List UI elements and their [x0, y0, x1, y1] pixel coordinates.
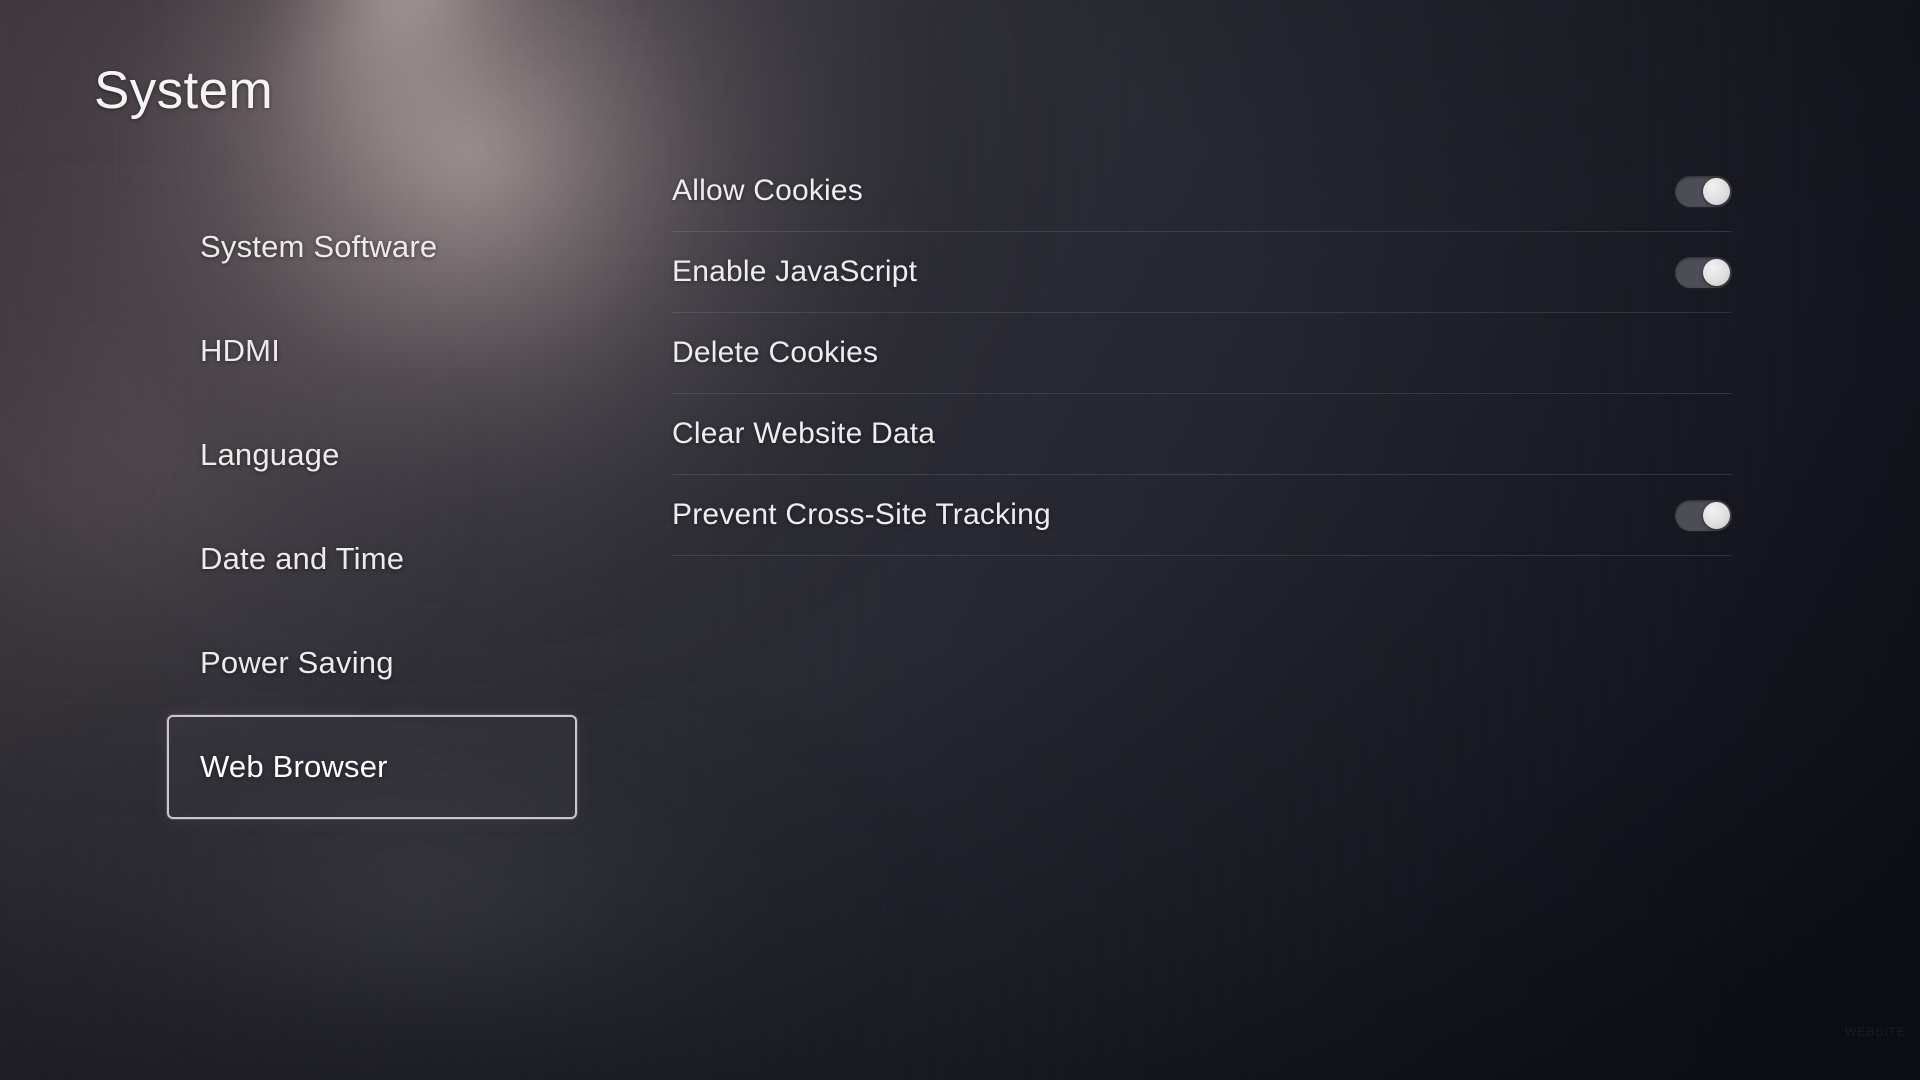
settings-row-label: Prevent Cross-Site Tracking [672, 498, 1051, 531]
settings-row-enable-javascript[interactable]: Enable JavaScript [672, 232, 1732, 313]
toggle-knob [1703, 258, 1730, 286]
toggle-knob [1703, 501, 1730, 529]
ps5-system-settings-screen: System System Software HDMI Language Date a… [0, 0, 1920, 1080]
toggle-prevent-cross-site-tracking[interactable] [1675, 499, 1732, 531]
control-placeholder [1675, 419, 1732, 450]
sidebar-item-label: HDMI [200, 333, 281, 368]
web-browser-settings-list: Allow Cookies Enable JavaScript Delete Coo… [672, 151, 1732, 556]
settings-row-label: Enable JavaScript [672, 255, 918, 288]
toggle-allow-cookies[interactable] [1675, 175, 1732, 207]
sidebar-item-hdmi[interactable]: HDMI [167, 299, 577, 403]
sidebar-item-label: System Software [200, 229, 438, 264]
settings-row-label: Allow Cookies [672, 174, 864, 207]
control-placeholder [1675, 338, 1732, 369]
settings-row-prevent-cross-site-tracking[interactable]: Prevent Cross-Site Tracking [672, 475, 1732, 556]
page-title: System [94, 61, 274, 120]
toggle-knob [1703, 177, 1730, 205]
watermark: WEBSITE [1844, 1025, 1906, 1039]
settings-category-sidebar: System Software HDMI Language Date and Time… [167, 195, 577, 819]
settings-row-clear-website-data[interactable]: Clear Website Data [672, 394, 1732, 475]
sidebar-item-web-browser[interactable]: Web Browser [167, 715, 577, 819]
toggle-enable-javascript[interactable] [1675, 256, 1732, 288]
sidebar-item-label: Power Saving [200, 645, 394, 680]
sidebar-item-label: Date and Time [200, 541, 405, 576]
settings-row-label: Delete Cookies [672, 336, 879, 369]
sidebar-item-label: Web Browser [200, 749, 388, 784]
sidebar-item-language[interactable]: Language [167, 403, 577, 507]
sidebar-item-power-saving[interactable]: Power Saving [167, 611, 577, 715]
settings-row-label: Clear Website Data [672, 417, 936, 450]
sidebar-item-system-software[interactable]: System Software [167, 195, 577, 299]
settings-row-delete-cookies[interactable]: Delete Cookies [672, 313, 1732, 394]
sidebar-item-label: Language [200, 437, 340, 472]
sidebar-item-date-and-time[interactable]: Date and Time [167, 507, 577, 611]
settings-row-allow-cookies[interactable]: Allow Cookies [672, 151, 1732, 232]
